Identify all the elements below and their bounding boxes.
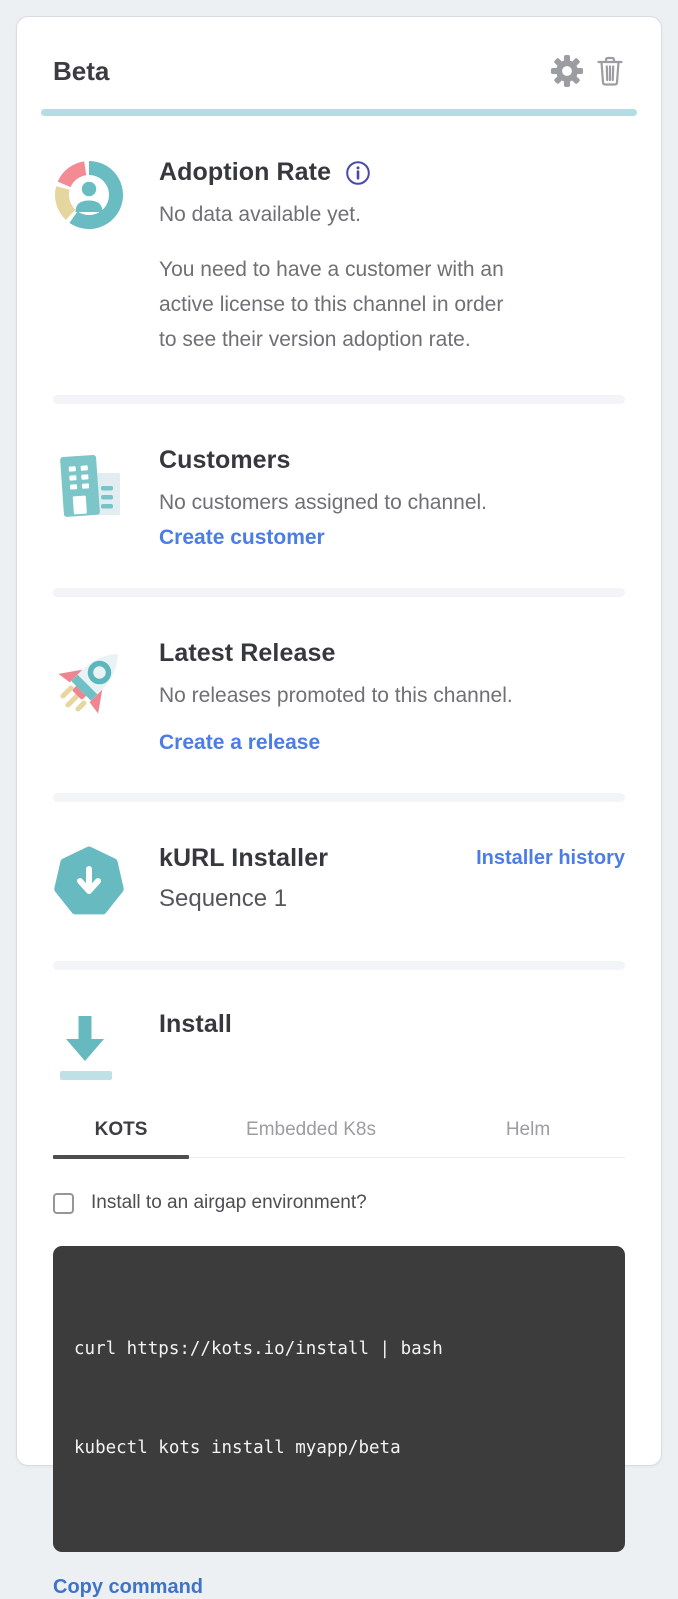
airgap-checkbox[interactable] <box>53 1193 74 1214</box>
airgap-label: Install to an airgap environment? <box>91 1192 367 1214</box>
gear-icon[interactable] <box>550 54 584 88</box>
section-divider <box>53 588 625 597</box>
channel-title: Beta <box>53 56 109 87</box>
release-empty-text: No releases promoted to this channel. <box>159 678 625 713</box>
section-divider <box>53 395 625 404</box>
info-icon[interactable] <box>345 160 371 186</box>
kurl-installer-section: kURL Installer Installer history Sequenc… <box>53 844 625 923</box>
customers-empty-text: No customers assigned to channel. <box>159 485 625 520</box>
tab-kots[interactable]: KOTS <box>53 1119 189 1157</box>
channel-card: Beta <box>16 16 662 1466</box>
section-divider <box>53 961 625 970</box>
create-customer-link[interactable]: Create customer <box>159 526 325 550</box>
tab-helm[interactable]: Helm <box>433 1119 623 1157</box>
adoption-empty-text: No data available yet. <box>159 197 625 232</box>
header-actions <box>550 54 625 88</box>
install-section: Install <box>53 1010 625 1091</box>
installer-sequence: Sequence 1 <box>159 885 625 913</box>
customers-title: Customers <box>159 446 291 475</box>
adoption-hint-text: You need to have a customer with an acti… <box>159 252 625 357</box>
customers-section: Customers No customers assigned to chann… <box>53 446 625 550</box>
card-header: Beta <box>53 53 625 89</box>
channel-accent-bar <box>41 109 637 116</box>
kurl-heptagon-download-icon <box>53 844 125 923</box>
install-tabs: KOTS Embedded K8s Helm <box>53 1119 625 1158</box>
command-line: curl https://kots.io/install | bash <box>74 1333 604 1366</box>
latest-release-title: Latest Release <box>159 639 336 668</box>
command-line: kubectl kots install myapp/beta <box>74 1432 604 1465</box>
airgap-row: Install to an airgap environment? <box>53 1192 625 1214</box>
create-release-link[interactable]: Create a release <box>159 731 320 755</box>
adoption-rate-title: Adoption Rate <box>159 158 331 187</box>
tab-embedded-k8s[interactable]: Embedded K8s <box>189 1119 433 1157</box>
adoption-rate-section: Adoption Rate No data available yet. You… <box>53 158 625 357</box>
latest-release-section: Latest Release No releases promoted to t… <box>53 639 625 755</box>
rocket-icon <box>53 639 125 755</box>
donut-person-icon <box>53 158 125 357</box>
installer-history-link[interactable]: Installer history <box>476 847 625 870</box>
buildings-icon <box>53 446 125 550</box>
section-divider <box>53 793 625 802</box>
kurl-installer-title: kURL Installer <box>159 844 328 873</box>
copy-command-link[interactable]: Copy command <box>53 1576 203 1599</box>
trash-icon[interactable] <box>595 54 625 88</box>
install-title: Install <box>159 1010 232 1039</box>
download-arrow-icon <box>53 1010 125 1091</box>
install-command-code: curl https://kots.io/install | bash kube… <box>53 1246 625 1552</box>
